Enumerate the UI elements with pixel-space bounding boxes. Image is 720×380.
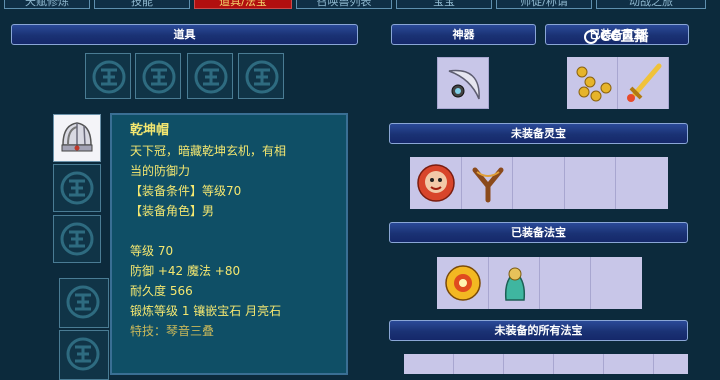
crescent-blade-icon (448, 69, 480, 100)
equip-slot[interactable] (53, 164, 101, 212)
item-slot[interactable] (238, 53, 284, 99)
unequipped-treasure-slot[interactable] (604, 354, 654, 374)
equip-slot-helmet[interactable] (53, 114, 101, 162)
tooltip-level: 等级 70 (130, 244, 174, 258)
section-unequipped-treasure-header: 未装备的所有法宝 (389, 320, 688, 341)
watermark-cc: CC直播 (584, 26, 649, 46)
tooltip-item-name: 乾坤帽 (130, 123, 170, 138)
unequipped-spirit-slot[interactable] (616, 157, 668, 209)
watermark-text: CC直播 (600, 29, 649, 45)
unequipped-spirit-slot[interactable] (565, 157, 616, 209)
tab-summon-list[interactable]: 召唤兽列表 (296, 0, 392, 9)
tab-items[interactable]: 道具/法宝 (194, 0, 292, 9)
equipped-treasure-slot[interactable] (437, 257, 489, 309)
tab-journey[interactable]: 动战之旅 (596, 0, 706, 9)
swirl-emblem-icon (60, 222, 94, 256)
swirl-emblem-icon (66, 337, 100, 371)
section-items-header: 道具 (11, 24, 358, 45)
swirl-emblem-icon (142, 60, 176, 94)
unequipped-spirit-slot[interactable] (462, 157, 513, 209)
cc-logo-icon (584, 30, 598, 44)
sun-disc-icon (445, 265, 481, 301)
swirl-emblem-icon (245, 60, 279, 94)
golden-sword-icon (627, 63, 662, 102)
unequipped-treasure-slot[interactable] (404, 354, 454, 374)
tooltip-desc-line1: 天下冠，暗藏乾坤玄机，有相 (130, 144, 287, 158)
section-equipped-treasure-header: 已装备法宝 (389, 222, 688, 243)
tooltip-special: 特技：琴音三叠 (130, 324, 215, 338)
equipped-spirit-slot[interactable] (618, 57, 669, 109)
unequipped-treasure-slot[interactable] (454, 354, 504, 374)
swirl-emblem-icon (66, 285, 100, 319)
unequipped-spirit-slot[interactable] (410, 157, 462, 209)
equipped-treasure-slot[interactable] (540, 257, 591, 309)
swirl-emblem-icon (194, 60, 228, 94)
item-slot[interactable] (135, 53, 181, 99)
unequipped-treasure-slot[interactable] (554, 354, 604, 374)
tooltip-durability: 耐久度 566 (130, 284, 193, 298)
swirl-emblem-icon (92, 60, 126, 94)
section-unequipped-spirit-header: 未装备灵宝 (389, 123, 688, 144)
tooltip-req-level: 【装备条件】等级70 (130, 184, 242, 198)
tab-skills[interactable]: 技能 (94, 0, 190, 9)
top-tab-bar: 天赋修炼 技能 道具/法宝 召唤兽列表 宝宝 师徒/称谓 动战之旅 (0, 0, 720, 12)
tooltip-forge: 锻炼等级 1 镶嵌宝石 月亮石 (130, 304, 282, 318)
equipped-treasure-slot[interactable] (591, 257, 642, 309)
equip-slot[interactable] (53, 215, 101, 263)
tab-talent[interactable]: 天赋修炼 (4, 0, 90, 9)
item-slot[interactable] (187, 53, 233, 99)
item-slot[interactable] (85, 53, 131, 99)
gold-necklace-icon (576, 66, 612, 102)
unequipped-treasure-slot[interactable] (504, 354, 554, 374)
tab-pets[interactable]: 宝宝 (396, 0, 492, 9)
equip-slot[interactable] (59, 278, 109, 328)
equip-slot[interactable] (59, 330, 109, 380)
helmet-icon (61, 122, 93, 152)
item-tooltip: 乾坤帽 天下冠，暗藏乾坤玄机，有相 当的防御力 【装备条件】等级70 【装备角色… (110, 113, 348, 375)
equipped-treasure-slot[interactable] (489, 257, 540, 309)
red-mask-icon (417, 164, 455, 202)
equipped-spirit-slot[interactable] (567, 57, 618, 109)
unequipped-spirit-slot[interactable] (513, 157, 565, 209)
jade-figure-icon (504, 267, 526, 301)
tooltip-desc-line2: 当的防御力 (130, 164, 191, 178)
swirl-emblem-icon (60, 171, 94, 205)
unequipped-treasure-slot[interactable] (654, 354, 688, 374)
tooltip-stats: 防御 +42 魔法 +80 (130, 264, 241, 278)
slingshot-icon (472, 167, 504, 203)
tab-mentor[interactable]: 师徒/称谓 (496, 0, 592, 9)
artifact-slot[interactable] (437, 57, 489, 109)
tooltip-req-role: 【装备角色】男 (130, 204, 215, 218)
section-artifact-header: 神器 (391, 24, 536, 45)
